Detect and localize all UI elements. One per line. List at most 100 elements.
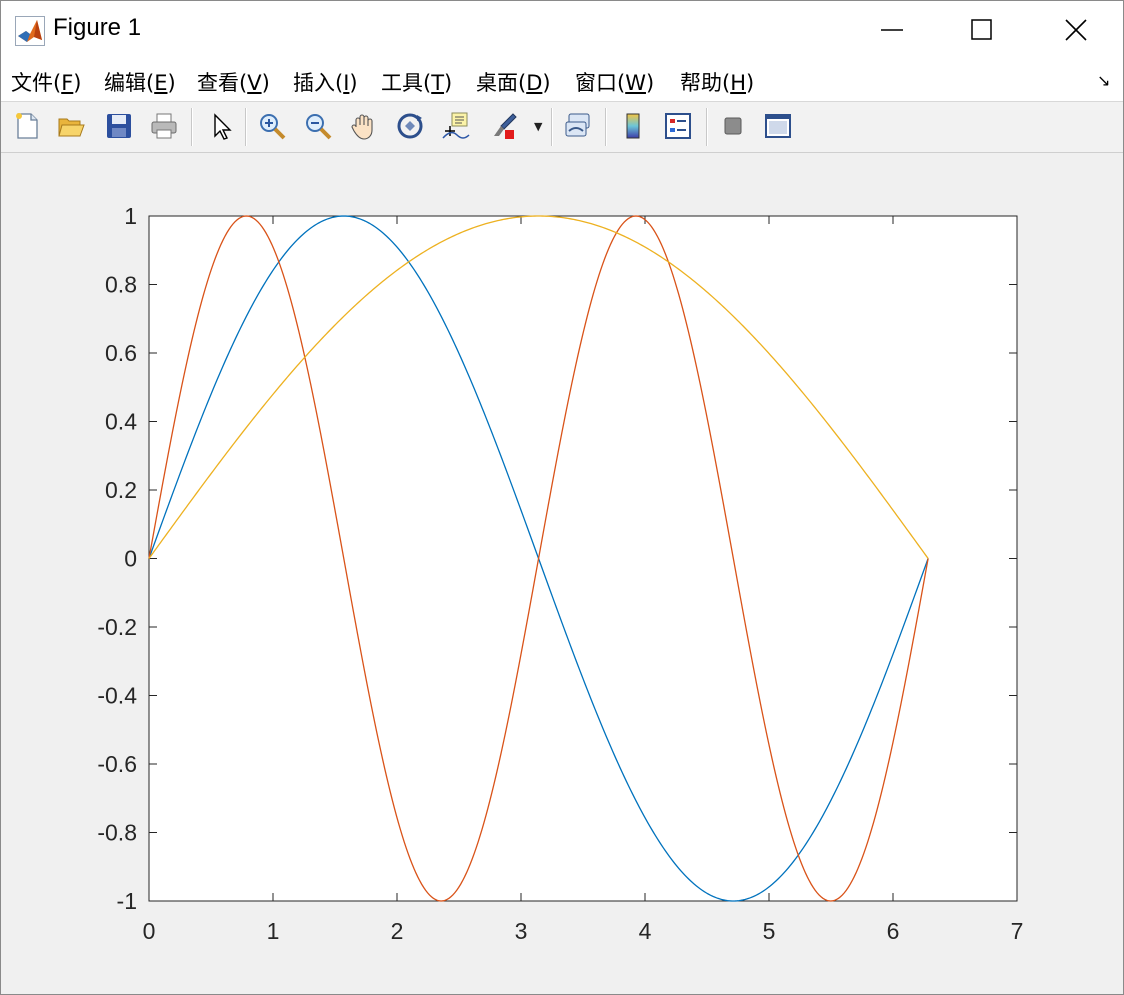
print-button[interactable] xyxy=(146,108,182,144)
menu-view-tail: ) xyxy=(261,71,270,95)
rotate-3d-icon xyxy=(397,113,423,139)
menu-tools-label: 工具( xyxy=(381,71,432,95)
legend-icon xyxy=(665,113,691,139)
legend-button[interactable] xyxy=(660,108,696,144)
maximize-icon xyxy=(971,19,992,40)
line-plot[interactable]: 0 1 2 3 4 5 6 7 1 0.8 0.6 0.4 0.2 0 -0.2 -0.4 -0.6 -0.8 -… xyxy=(1,153,1123,994)
data-cursor-button[interactable] xyxy=(438,108,474,144)
menu-edit[interactable]: 编辑(E) xyxy=(104,67,176,97)
x-tick-label: 5 xyxy=(763,918,776,944)
y-tick-label: 0.6 xyxy=(105,340,137,366)
y-tick-label: 0.2 xyxy=(105,477,137,503)
x-tick-labels: 0 1 2 3 4 5 6 7 xyxy=(143,918,1024,944)
menu-insert[interactable]: 插入(I) xyxy=(293,67,358,97)
menu-help-key: H xyxy=(730,71,746,95)
menu-view[interactable]: 查看(V) xyxy=(197,67,270,97)
title-bar: Figure 1 xyxy=(1,1,1123,59)
zoom-in-icon xyxy=(260,114,286,140)
y-tick-label: -0.2 xyxy=(97,614,137,640)
menu-file-label: 文件( xyxy=(11,71,62,95)
hide-plot-tools-icon xyxy=(724,117,742,135)
maximize-button[interactable] xyxy=(937,1,1027,59)
rotate-3d-button[interactable] xyxy=(392,108,428,144)
menu-bar: 文件(F) 编辑(E) 查看(V) 插入(I) 工具(T) 桌面(D) 窗口(W… xyxy=(1,59,1123,102)
toolbar-separator xyxy=(191,108,193,146)
menu-view-key: V xyxy=(247,71,262,95)
brush-button[interactable] xyxy=(486,108,522,144)
close-button[interactable] xyxy=(1031,1,1121,59)
menu-desktop-tail: ) xyxy=(542,71,551,95)
window-title: Figure 1 xyxy=(53,14,142,41)
open-file-icon xyxy=(58,118,85,137)
minimize-button[interactable] xyxy=(847,1,937,59)
colorbar-button[interactable] xyxy=(615,108,651,144)
dock-arrow-icon[interactable]: ↘ xyxy=(1097,71,1110,90)
menu-desktop-label: 桌面( xyxy=(476,71,527,95)
toolbar-separator xyxy=(706,108,708,146)
y-tick-label: 0 xyxy=(124,546,137,572)
menu-edit-key: E xyxy=(154,71,168,95)
menu-file-tail: ) xyxy=(73,71,82,95)
figure-window: Figure 1 文件(F) 编辑(E) 查看(V) 插入(I) 工具(T) 桌… xyxy=(0,0,1124,995)
minimize-icon xyxy=(881,29,903,31)
save-button[interactable] xyxy=(101,108,137,144)
link-plot-button[interactable] xyxy=(560,108,596,144)
y-tick-label: -0.8 xyxy=(97,820,137,846)
link-plot-icon xyxy=(565,113,590,137)
menu-insert-tail: ) xyxy=(349,71,358,95)
matlab-logo-icon xyxy=(15,16,45,46)
y-tick-label: -0.6 xyxy=(97,751,137,777)
menu-tools-key: T xyxy=(431,71,445,95)
menu-desktop-key: D xyxy=(526,71,543,95)
pan-icon xyxy=(351,114,373,140)
new-figure-button[interactable] xyxy=(9,108,45,144)
y-tick-label: -0.4 xyxy=(97,683,137,709)
zoom-out-button[interactable] xyxy=(300,108,336,144)
zoom-in-button[interactable] xyxy=(254,108,290,144)
x-tick-label: 3 xyxy=(515,918,528,944)
menu-edit-label: 编辑( xyxy=(104,71,155,95)
show-plot-tools-button[interactable] xyxy=(760,108,796,144)
menu-help-tail: ) xyxy=(746,71,755,95)
brush-icon xyxy=(494,113,517,139)
toolbar-separator xyxy=(245,108,247,146)
toolbar-separator xyxy=(551,108,553,146)
toolbar: ▼ xyxy=(1,102,1123,153)
y-tick-label: 1 xyxy=(124,203,137,229)
menu-file[interactable]: 文件(F) xyxy=(11,67,82,97)
toolbar-separator xyxy=(605,108,607,146)
print-icon xyxy=(151,113,177,139)
pan-button[interactable] xyxy=(346,108,382,144)
x-tick-label: 1 xyxy=(267,918,280,944)
y-tick-label: 0.4 xyxy=(105,409,137,435)
edit-plot-icon xyxy=(214,113,232,140)
show-plot-tools-icon xyxy=(765,114,791,138)
x-tick-label: 0 xyxy=(143,918,156,944)
x-tick-label: 4 xyxy=(639,918,652,944)
axes-background xyxy=(148,215,1018,902)
y-tick-label: -1 xyxy=(117,888,137,914)
brush-dropdown-icon[interactable]: ▼ xyxy=(534,120,542,133)
menu-edit-tail: ) xyxy=(167,71,176,95)
new-figure-icon xyxy=(16,113,38,139)
menu-insert-label: 插入( xyxy=(293,71,344,95)
save-icon xyxy=(107,114,131,138)
menu-tools[interactable]: 工具(T) xyxy=(381,67,452,97)
edit-plot-button[interactable] xyxy=(203,108,239,144)
x-tick-label: 6 xyxy=(887,918,900,944)
y-tick-labels: 1 0.8 0.6 0.4 0.2 0 -0.2 -0.4 -0.6 -0.8 -1 xyxy=(97,203,137,914)
menu-file-key: F xyxy=(61,71,74,95)
menu-desktop[interactable]: 桌面(D) xyxy=(476,67,551,97)
menu-window[interactable]: 窗口(W) xyxy=(575,67,654,97)
hide-plot-tools-button[interactable] xyxy=(715,108,751,144)
menu-tools-tail: ) xyxy=(444,71,453,95)
menu-window-tail: ) xyxy=(645,71,655,95)
open-file-button[interactable] xyxy=(53,108,89,144)
menu-help[interactable]: 帮助(H) xyxy=(680,67,754,97)
data-cursor-icon xyxy=(442,112,470,139)
menu-help-label: 帮助( xyxy=(680,71,731,95)
menu-view-label: 查看( xyxy=(197,71,248,95)
colorbar-icon xyxy=(626,113,640,139)
x-tick-label: 7 xyxy=(1011,918,1024,944)
x-tick-label: 2 xyxy=(391,918,404,944)
